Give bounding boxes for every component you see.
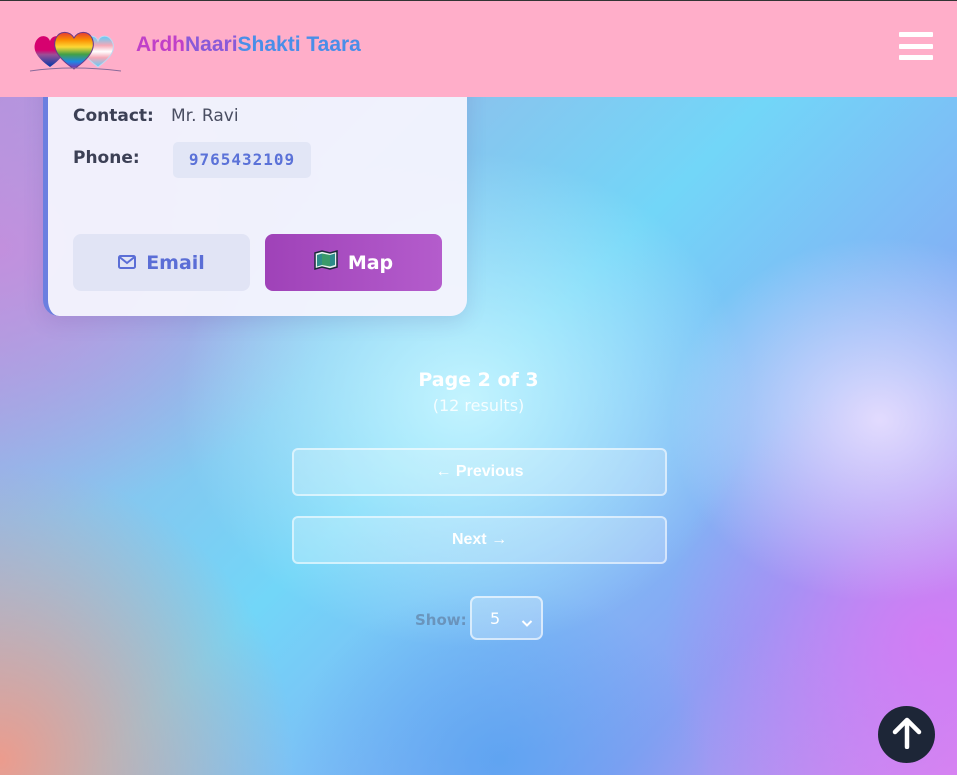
- next-page-button[interactable]: Next →: [292, 516, 667, 564]
- map-book-icon: [314, 250, 338, 275]
- brand-title[interactable]: ArdhNaariShakti Taara: [136, 33, 361, 57]
- brand-part-2: Naari: [185, 33, 238, 56]
- page-size-value: 5: [490, 609, 501, 628]
- email-button-label: Email: [146, 251, 205, 274]
- phone-label: Phone:: [73, 148, 140, 168]
- contact-value: Mr. Ravi: [171, 106, 239, 126]
- phone-number[interactable]: 9765432109: [173, 142, 311, 178]
- chevron-down-icon: [521, 613, 533, 632]
- brand-part-3: Shakti Taara: [237, 33, 361, 56]
- map-button-label: Map: [347, 251, 394, 274]
- envelope-icon: [118, 252, 137, 274]
- scroll-to-top-button[interactable]: [878, 706, 935, 763]
- page-size-label: Show:: [415, 611, 467, 629]
- app-header: ArdhNaariShakti Taara: [0, 0, 957, 97]
- email-button[interactable]: Email: [73, 234, 250, 291]
- results-count: (12 results): [432, 396, 525, 415]
- previous-page-button[interactable]: ← Previous: [292, 448, 667, 496]
- pride-hearts-logo-icon[interactable]: [28, 27, 123, 73]
- page-size-select[interactable]: 5: [470, 596, 543, 640]
- brand-part-1: Ardh: [136, 33, 185, 56]
- hamburger-menu-icon[interactable]: [899, 32, 933, 60]
- page-indicator: Page 2 of 3: [418, 369, 539, 391]
- arrow-up-icon: [892, 717, 922, 753]
- map-button[interactable]: Map: [265, 234, 442, 291]
- contact-label: Contact:: [73, 106, 154, 126]
